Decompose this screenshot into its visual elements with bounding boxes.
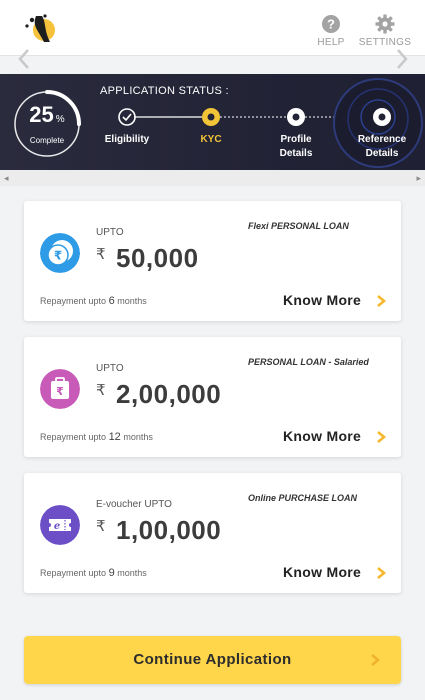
step-label-kyc: KYC xyxy=(200,134,222,145)
rupee-coin-icon: ₹ xyxy=(40,233,80,273)
loan-card-online-purchase[interactable]: e E-voucher UPTO ₹ 1,00,000 Online PURCH… xyxy=(24,473,401,593)
repayment-text: Repayment upto 6 months xyxy=(40,295,147,307)
rupee-bag-icon: ₹ xyxy=(40,369,80,409)
repayment-unit: months xyxy=(123,432,153,442)
step-label-eligibility: Eligibility xyxy=(104,134,150,145)
step-label-reference: Reference Details xyxy=(348,133,416,161)
chevron-right-icon[interactable] xyxy=(392,48,412,70)
chevron-right-icon[interactable] xyxy=(375,430,387,444)
repayment-prefix: Repayment upto xyxy=(40,568,107,578)
step-label-reference-line1: Reference xyxy=(357,134,407,145)
help-label: HELP xyxy=(317,37,345,48)
loan-card-personal-salaried[interactable]: ₹ UPTO ₹ 2,00,000 PERSONAL LOAN - Salari… xyxy=(24,337,401,457)
repayment-months: 9 xyxy=(108,567,115,579)
step-label-reference-line2: Details xyxy=(365,148,399,159)
application-status-banner: 25% Complete APPLICATION STATUS : Eligib… xyxy=(0,74,425,170)
chevron-right-icon xyxy=(371,654,381,666)
help-icon: ? xyxy=(322,15,340,33)
top-bar: ? HELP SETTINGS xyxy=(0,0,425,56)
loan-amount: 2,00,000 xyxy=(116,379,222,409)
loan-amount: 50,000 xyxy=(116,243,199,273)
chevron-left-icon[interactable] xyxy=(14,48,34,70)
card-prefix: UPTO xyxy=(96,227,124,238)
step-label-profile: Profile Details xyxy=(265,133,327,161)
scroll-right-arrow-icon[interactable]: ▸ xyxy=(416,173,421,184)
step-label-profile-line1: Profile xyxy=(280,134,312,145)
card-prefix: UPTO xyxy=(96,363,124,374)
loan-amount: 1,00,000 xyxy=(116,515,222,545)
continue-application-button[interactable]: Continue Application xyxy=(24,636,401,684)
repayment-unit: months xyxy=(117,568,147,578)
step-label-profile-line2: Details xyxy=(279,148,313,159)
currency-symbol: ₹ xyxy=(96,382,106,399)
repayment-prefix: Repayment upto xyxy=(40,296,107,306)
svg-text:e: e xyxy=(54,521,60,532)
app-logo-icon[interactable] xyxy=(24,12,60,44)
repayment-text: Repayment upto 12 months xyxy=(40,431,153,443)
card-prefix: E-voucher UPTO xyxy=(96,499,172,510)
continue-label: Continue Application xyxy=(133,651,292,668)
settings-button[interactable]: SETTINGS xyxy=(356,14,414,48)
loan-type-label: PERSONAL LOAN - Salaried xyxy=(248,357,369,367)
loan-type-label: Online PURCHASE LOAN xyxy=(248,493,358,503)
settings-label: SETTINGS xyxy=(358,37,412,48)
chevron-right-icon[interactable] xyxy=(375,294,387,308)
know-more-link[interactable]: Know More xyxy=(283,428,361,444)
loan-type-label: Flexi PERSONAL LOAN xyxy=(248,221,349,231)
know-more-link[interactable]: Know More xyxy=(283,564,361,580)
step-reference-marker xyxy=(373,108,391,126)
voucher-ticket-icon: e xyxy=(40,505,80,545)
currency-symbol: ₹ xyxy=(96,518,106,535)
chevron-right-icon[interactable] xyxy=(375,566,387,580)
repayment-unit: months xyxy=(117,296,147,306)
repayment-months: 6 xyxy=(108,295,115,307)
horizontal-scrollbar[interactable]: ◂ ▸ xyxy=(0,170,425,186)
svg-text:₹: ₹ xyxy=(54,249,62,263)
gear-icon xyxy=(375,14,395,34)
repayment-prefix: Repayment upto xyxy=(40,432,107,442)
step-kyc-marker xyxy=(202,108,220,126)
step-eligibility-check-icon xyxy=(118,108,136,126)
help-button[interactable]: ? HELP xyxy=(314,14,348,48)
repayment-text: Repayment upto 9 months xyxy=(40,567,147,579)
svg-text:₹: ₹ xyxy=(56,385,64,398)
repayment-months: 12 xyxy=(108,431,121,443)
step-profile-marker xyxy=(287,108,305,126)
svg-text:?: ? xyxy=(327,17,335,32)
scroll-left-arrow-icon[interactable]: ◂ xyxy=(4,173,9,184)
currency-symbol: ₹ xyxy=(96,246,106,263)
loan-card-flexi-personal[interactable]: ₹ UPTO ₹ 50,000 Flexi PERSONAL LOAN Repa… xyxy=(24,201,401,321)
know-more-link[interactable]: Know More xyxy=(283,292,361,308)
